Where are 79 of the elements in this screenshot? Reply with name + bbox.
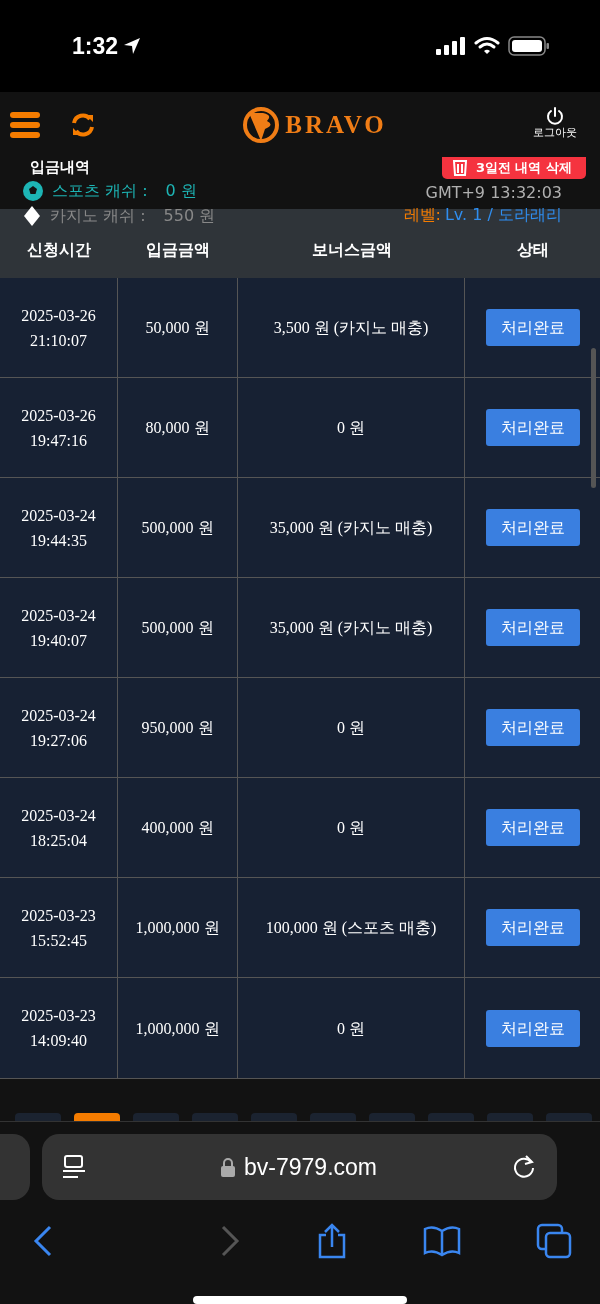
back-icon[interactable] <box>32 1225 54 1257</box>
page-tab[interactable] <box>546 1113 592 1121</box>
table-cell-text: 2025-03-24 19:40:07 <box>21 605 96 651</box>
page-tab[interactable] <box>15 1113 61 1121</box>
table-cell-text: 0 원 <box>337 718 365 738</box>
battery-icon <box>508 36 550 56</box>
status-button[interactable]: 처리완료 <box>485 709 580 746</box>
status-button[interactable]: 처리완료 <box>485 509 580 546</box>
status-button[interactable]: 처리완료 <box>485 409 580 446</box>
casino-cash-value: 550 원 <box>163 206 216 226</box>
table-cell-text: 2025-03-26 19:47:16 <box>21 405 96 451</box>
table-cell-text: 400,000 원 <box>141 818 214 838</box>
brand-name: BRAVO <box>285 109 387 140</box>
soccer-ball-icon <box>22 180 44 202</box>
sports-cash-label: 스포츠 캐쉬 : <box>52 180 148 202</box>
table-cell-text: 1,000,000 원 <box>135 1018 220 1039</box>
column-header: 신청시간 <box>26 239 92 261</box>
status-button[interactable]: 처리완료 <box>485 809 580 846</box>
status-button[interactable]: 처리완료 <box>485 309 580 346</box>
server-clock: GMT+9 13:32:03 <box>425 182 562 204</box>
trash-icon <box>451 160 468 176</box>
delete-history-button[interactable]: 3일전 내역 삭제 <box>441 157 586 179</box>
table-cell-text: 1,000,000 원 <box>135 918 220 938</box>
table-cell-text: 2025-03-24 19:27:06 <box>21 705 96 751</box>
table-cell-text: 50,000 원 <box>145 318 210 338</box>
reload-icon[interactable] <box>511 1154 537 1180</box>
table-cell-text: 3,500 원 (카지노 매충) <box>273 318 429 339</box>
table-cell-text: 80,000 원 <box>145 418 210 438</box>
table-cell-text: 2025-03-26 21:10:07 <box>21 305 96 351</box>
page-tab[interactable] <box>310 1113 356 1121</box>
column-header: 보너스금액 <box>310 239 393 261</box>
diamond-icon <box>22 205 42 227</box>
page-tab[interactable] <box>487 1113 533 1121</box>
address-bar[interactable]: bv-7979.com <box>42 1134 557 1200</box>
tab-preview[interactable] <box>0 1134 30 1200</box>
table-cell-text: 500,000 원 <box>141 518 214 538</box>
logo-icon <box>241 104 282 145</box>
table-cell-text: 950,000 원 <box>141 718 214 738</box>
table-cell-text: 500,000 원 <box>141 618 214 638</box>
sports-cash-value: 0 원 <box>165 180 197 202</box>
share-icon[interactable] <box>316 1223 348 1259</box>
table-cell-text: 0 원 <box>337 1018 365 1039</box>
table-cell-text: 2025-03-24 18:25:04 <box>21 805 96 851</box>
forward-icon[interactable] <box>219 1225 241 1257</box>
page-title: 입금내역 <box>30 158 90 176</box>
table-cell-text: 0 원 <box>337 818 365 838</box>
tabs-icon[interactable] <box>536 1223 572 1259</box>
book-icon[interactable] <box>423 1225 461 1257</box>
logout-button[interactable]: 로그아웃 <box>532 106 578 143</box>
location-arrow-icon <box>122 36 143 56</box>
page-tab[interactable] <box>192 1113 238 1121</box>
status-button[interactable]: 처리완료 <box>485 609 580 646</box>
status-button[interactable]: 처리완료 <box>485 909 580 946</box>
page-tab[interactable] <box>428 1113 474 1121</box>
casino-cash-label: 카지노 캐쉬 : <box>50 206 146 226</box>
table-cell-text: 100,000 원 (스포츠 매충) <box>265 918 437 939</box>
level-label: 레벨: <box>403 205 441 226</box>
refresh-icon[interactable] <box>70 111 96 138</box>
table-cell-text: 35,000 원 (카지노 매충) <box>269 518 433 539</box>
url-text: bv-7979.com <box>244 1152 377 1182</box>
column-header: 상태 <box>515 239 550 261</box>
table-cell-text: 2025-03-23 14:09:40 <box>21 1006 96 1051</box>
table-cell-text: 0 원 <box>337 418 365 438</box>
level-value: Lv. 1 / 도라래리 <box>444 205 562 226</box>
table-cell-text: 35,000 원 (카지노 매충) <box>269 618 433 639</box>
page-tab[interactable] <box>74 1113 120 1121</box>
reader-icon[interactable] <box>62 1154 86 1180</box>
table-cell-text: 2025-03-24 19:44:35 <box>21 505 96 551</box>
signal-icon <box>436 36 466 56</box>
page-tab[interactable] <box>369 1113 415 1121</box>
power-icon <box>546 107 564 126</box>
clock-time: 1:32 <box>72 31 119 61</box>
status-button[interactable]: 처리완료 <box>485 1009 580 1047</box>
wifi-icon <box>474 36 500 56</box>
column-header: 입금금액 <box>145 239 211 261</box>
page-tab[interactable] <box>251 1113 297 1121</box>
page-tab[interactable] <box>133 1113 179 1121</box>
lock-icon <box>220 1157 236 1177</box>
table-cell-text: 2025-03-23 15:52:45 <box>21 905 96 951</box>
